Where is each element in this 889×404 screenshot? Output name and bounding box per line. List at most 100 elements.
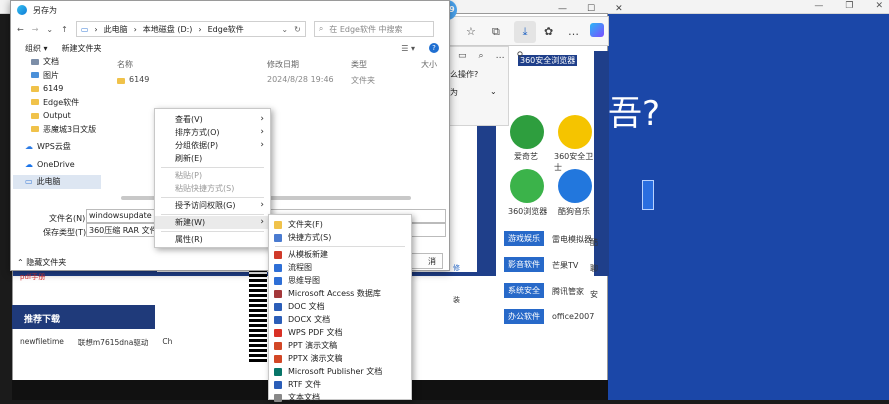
list-item[interactable]: newfiletime <box>20 337 64 348</box>
submenu-item-publisher[interactable]: Microsoft Publisher 文档 <box>269 365 411 378</box>
nav-item-output[interactable]: Output <box>13 109 101 123</box>
category-tab[interactable]: 影音软件 <box>504 257 544 272</box>
site-link-fragment[interactable]: 安 <box>590 289 598 300</box>
site-link-fragment[interactable]: 装 <box>453 295 460 305</box>
nav-item-documents[interactable]: 文档 <box>13 55 101 69</box>
extensions-icon[interactable]: ✿ <box>544 25 553 38</box>
menu-item-paste[interactable]: 粘贴(P) <box>155 169 270 182</box>
cloud-icon: ☁ <box>25 159 33 169</box>
menu-item-properties[interactable]: 属性(R) <box>155 233 270 246</box>
submenu-item-pptx[interactable]: PPTX 演示文稿 <box>269 352 411 365</box>
menu-item-group[interactable]: 分组依据(P) › <box>155 139 270 152</box>
folder-icon[interactable]: ▭ <box>458 51 467 61</box>
chevron-down-icon[interactable]: ⌄ <box>490 87 497 96</box>
submenu-item-ppt[interactable]: PPT 演示文稿 <box>269 339 411 352</box>
organize-button[interactable]: 组织 ▾ <box>25 43 48 54</box>
menu-item-new[interactable]: 新建(W) › <box>155 216 270 229</box>
site-link[interactable]: office2007 <box>552 312 594 321</box>
more-icon[interactable]: … <box>496 51 505 61</box>
app-label[interactable]: 爱奇艺 <box>514 151 538 162</box>
search-icon[interactable]: ⌕ <box>479 51 484 61</box>
forward-arrow-icon[interactable]: → <box>32 25 39 34</box>
breadcrumb-item[interactable]: Edge软件 <box>208 24 244 35</box>
submenu-item-flowchart[interactable]: 流程图 <box>269 261 411 274</box>
nav-item-6149[interactable]: 6149 <box>13 82 101 96</box>
submenu-item-pdf[interactable]: WPS PDF 文档 <box>269 326 411 339</box>
site-link[interactable]: 芒果TV <box>552 260 578 271</box>
category-tab[interactable]: 系统安全 <box>504 283 544 298</box>
maximize-icon[interactable]: ☐ <box>587 4 595 14</box>
submenu-item-mindmap[interactable]: 思维导图 <box>269 274 411 287</box>
nav-item-castlevania[interactable]: 恶魔城3日文版 <box>13 123 101 137</box>
more-icon[interactable]: … <box>568 25 579 38</box>
close-icon[interactable]: ✕ <box>615 4 623 14</box>
menu-item-view[interactable]: 查看(V) › <box>155 113 270 126</box>
breadcrumb[interactable]: ▭ › 此电脑 › 本地磁盘 (D:) › Edge软件 ⌄ ↻ <box>75 21 306 37</box>
new-folder-button[interactable]: 新建文件夹 <box>62 43 102 54</box>
folder-icon <box>31 112 39 119</box>
site-link-fragment[interactable]: 聊 <box>590 263 598 274</box>
chevron-right-icon: › <box>260 217 264 227</box>
nav-item-pictures[interactable]: 图片 <box>13 69 101 83</box>
submenu-item-docx[interactable]: DOCX 文档 <box>269 313 411 326</box>
chevron-down-icon[interactable]: ⌄ <box>46 25 53 34</box>
submenu-item-rtf[interactable]: RTF 文件 <box>269 378 411 391</box>
command-bar: 组织 ▾ 新建文件夹 ☰ ▾ ? <box>11 41 449 55</box>
submenu-item-shortcut[interactable]: 快捷方式(S) <box>269 231 411 244</box>
collections-icon[interactable]: ⧉ <box>492 25 500 39</box>
table-row[interactable]: 6149 2024/8/28 19:46 文件夹 <box>115 75 445 89</box>
app-label[interactable]: 360浏览器 <box>508 206 547 217</box>
nav-item-onedrive[interactable]: ☁ OneDrive <box>13 158 101 172</box>
site-link-fragment[interactable]: 酷 <box>590 237 598 248</box>
site-link-fragment[interactable]: 修 <box>453 263 460 273</box>
menu-item-paste-shortcut[interactable]: 粘贴快捷方式(S) <box>155 182 270 195</box>
menu-item-sort[interactable]: 排序方式(O) › <box>155 126 270 139</box>
list-item[interactable]: Ch <box>162 337 172 348</box>
pdf-link[interactable]: pdf手册 <box>20 272 45 282</box>
close-icon[interactable]: ✕ <box>875 1 883 11</box>
favorites-icon[interactable]: ☆ <box>466 25 476 38</box>
category-tab[interactable]: 游戏娱乐 <box>504 231 544 246</box>
iqiyi-icon[interactable] <box>510 115 544 149</box>
nav-item-wps-cloud[interactable]: ☁ WPS云盘 <box>13 140 101 154</box>
column-name[interactable]: 名称 <box>117 59 133 70</box>
search-input[interactable]: ⌕ 在 Edge软件 中搜索 <box>313 21 434 37</box>
column-type[interactable]: 类型 <box>351 59 367 70</box>
help-icon[interactable]: ? <box>429 43 439 53</box>
submenu-item-folder[interactable]: 文件夹(F) <box>269 218 411 231</box>
column-size[interactable]: 大小 <box>421 59 437 70</box>
nav-item-this-pc[interactable]: ▭ 此电脑 <box>13 175 101 189</box>
submenu-item-access[interactable]: Microsoft Access 数据库 <box>269 287 411 300</box>
view-options-icon[interactable]: ☰ ▾ <box>401 44 415 53</box>
copilot-icon[interactable] <box>590 23 604 37</box>
nav-item-edge[interactable]: Edge软件 <box>13 96 101 110</box>
minimize-icon[interactable]: — <box>558 4 567 14</box>
column-date[interactable]: 修改日期 <box>267 59 299 70</box>
site-link[interactable]: 雷电模拟器 <box>552 234 592 245</box>
refresh-icon[interactable]: ↻ <box>294 25 301 34</box>
category-tab[interactable]: 办公软件 <box>504 309 544 324</box>
breadcrumb-item[interactable]: 本地磁盘 (D:) <box>143 24 193 35</box>
submenu-item-template[interactable]: 从模板新建 <box>269 248 411 261</box>
flyout-answer[interactable]: 为 <box>450 87 458 98</box>
pin-icon[interactable]: ⚲ <box>517 51 524 61</box>
kugou-icon[interactable] <box>558 169 592 203</box>
submenu-item-txt[interactable]: 文本文档 <box>269 391 411 404</box>
submenu-item-doc[interactable]: DOC 文档 <box>269 300 411 313</box>
menu-item-grant-access[interactable]: 授予访问权限(G) › <box>155 199 270 212</box>
360-browser-icon[interactable] <box>510 169 544 203</box>
breadcrumb-item[interactable]: 此电脑 <box>104 24 128 35</box>
site-link[interactable]: 腾讯管家 <box>552 286 584 297</box>
360-guard-icon[interactable] <box>558 115 592 149</box>
menu-item-refresh[interactable]: 刷新(E) <box>155 152 270 165</box>
downloads-icon[interactable]: ⤓ <box>514 21 536 43</box>
hide-folders-toggle[interactable]: ⌃ 隐藏文件夹 <box>17 257 66 268</box>
maximize-icon[interactable]: ❐ <box>845 1 853 11</box>
minimize-icon[interactable]: — <box>814 1 823 11</box>
back-arrow-icon[interactable]: ← <box>17 25 24 34</box>
app-label[interactable]: 酷狗音乐 <box>558 206 590 217</box>
chevron-up-icon: ⌃ <box>17 258 24 267</box>
list-item[interactable]: 联想m7615dna驱动 <box>78 337 149 348</box>
chevron-down-icon[interactable]: ⌄ <box>281 25 288 34</box>
up-arrow-icon[interactable]: ↑ <box>61 25 68 34</box>
